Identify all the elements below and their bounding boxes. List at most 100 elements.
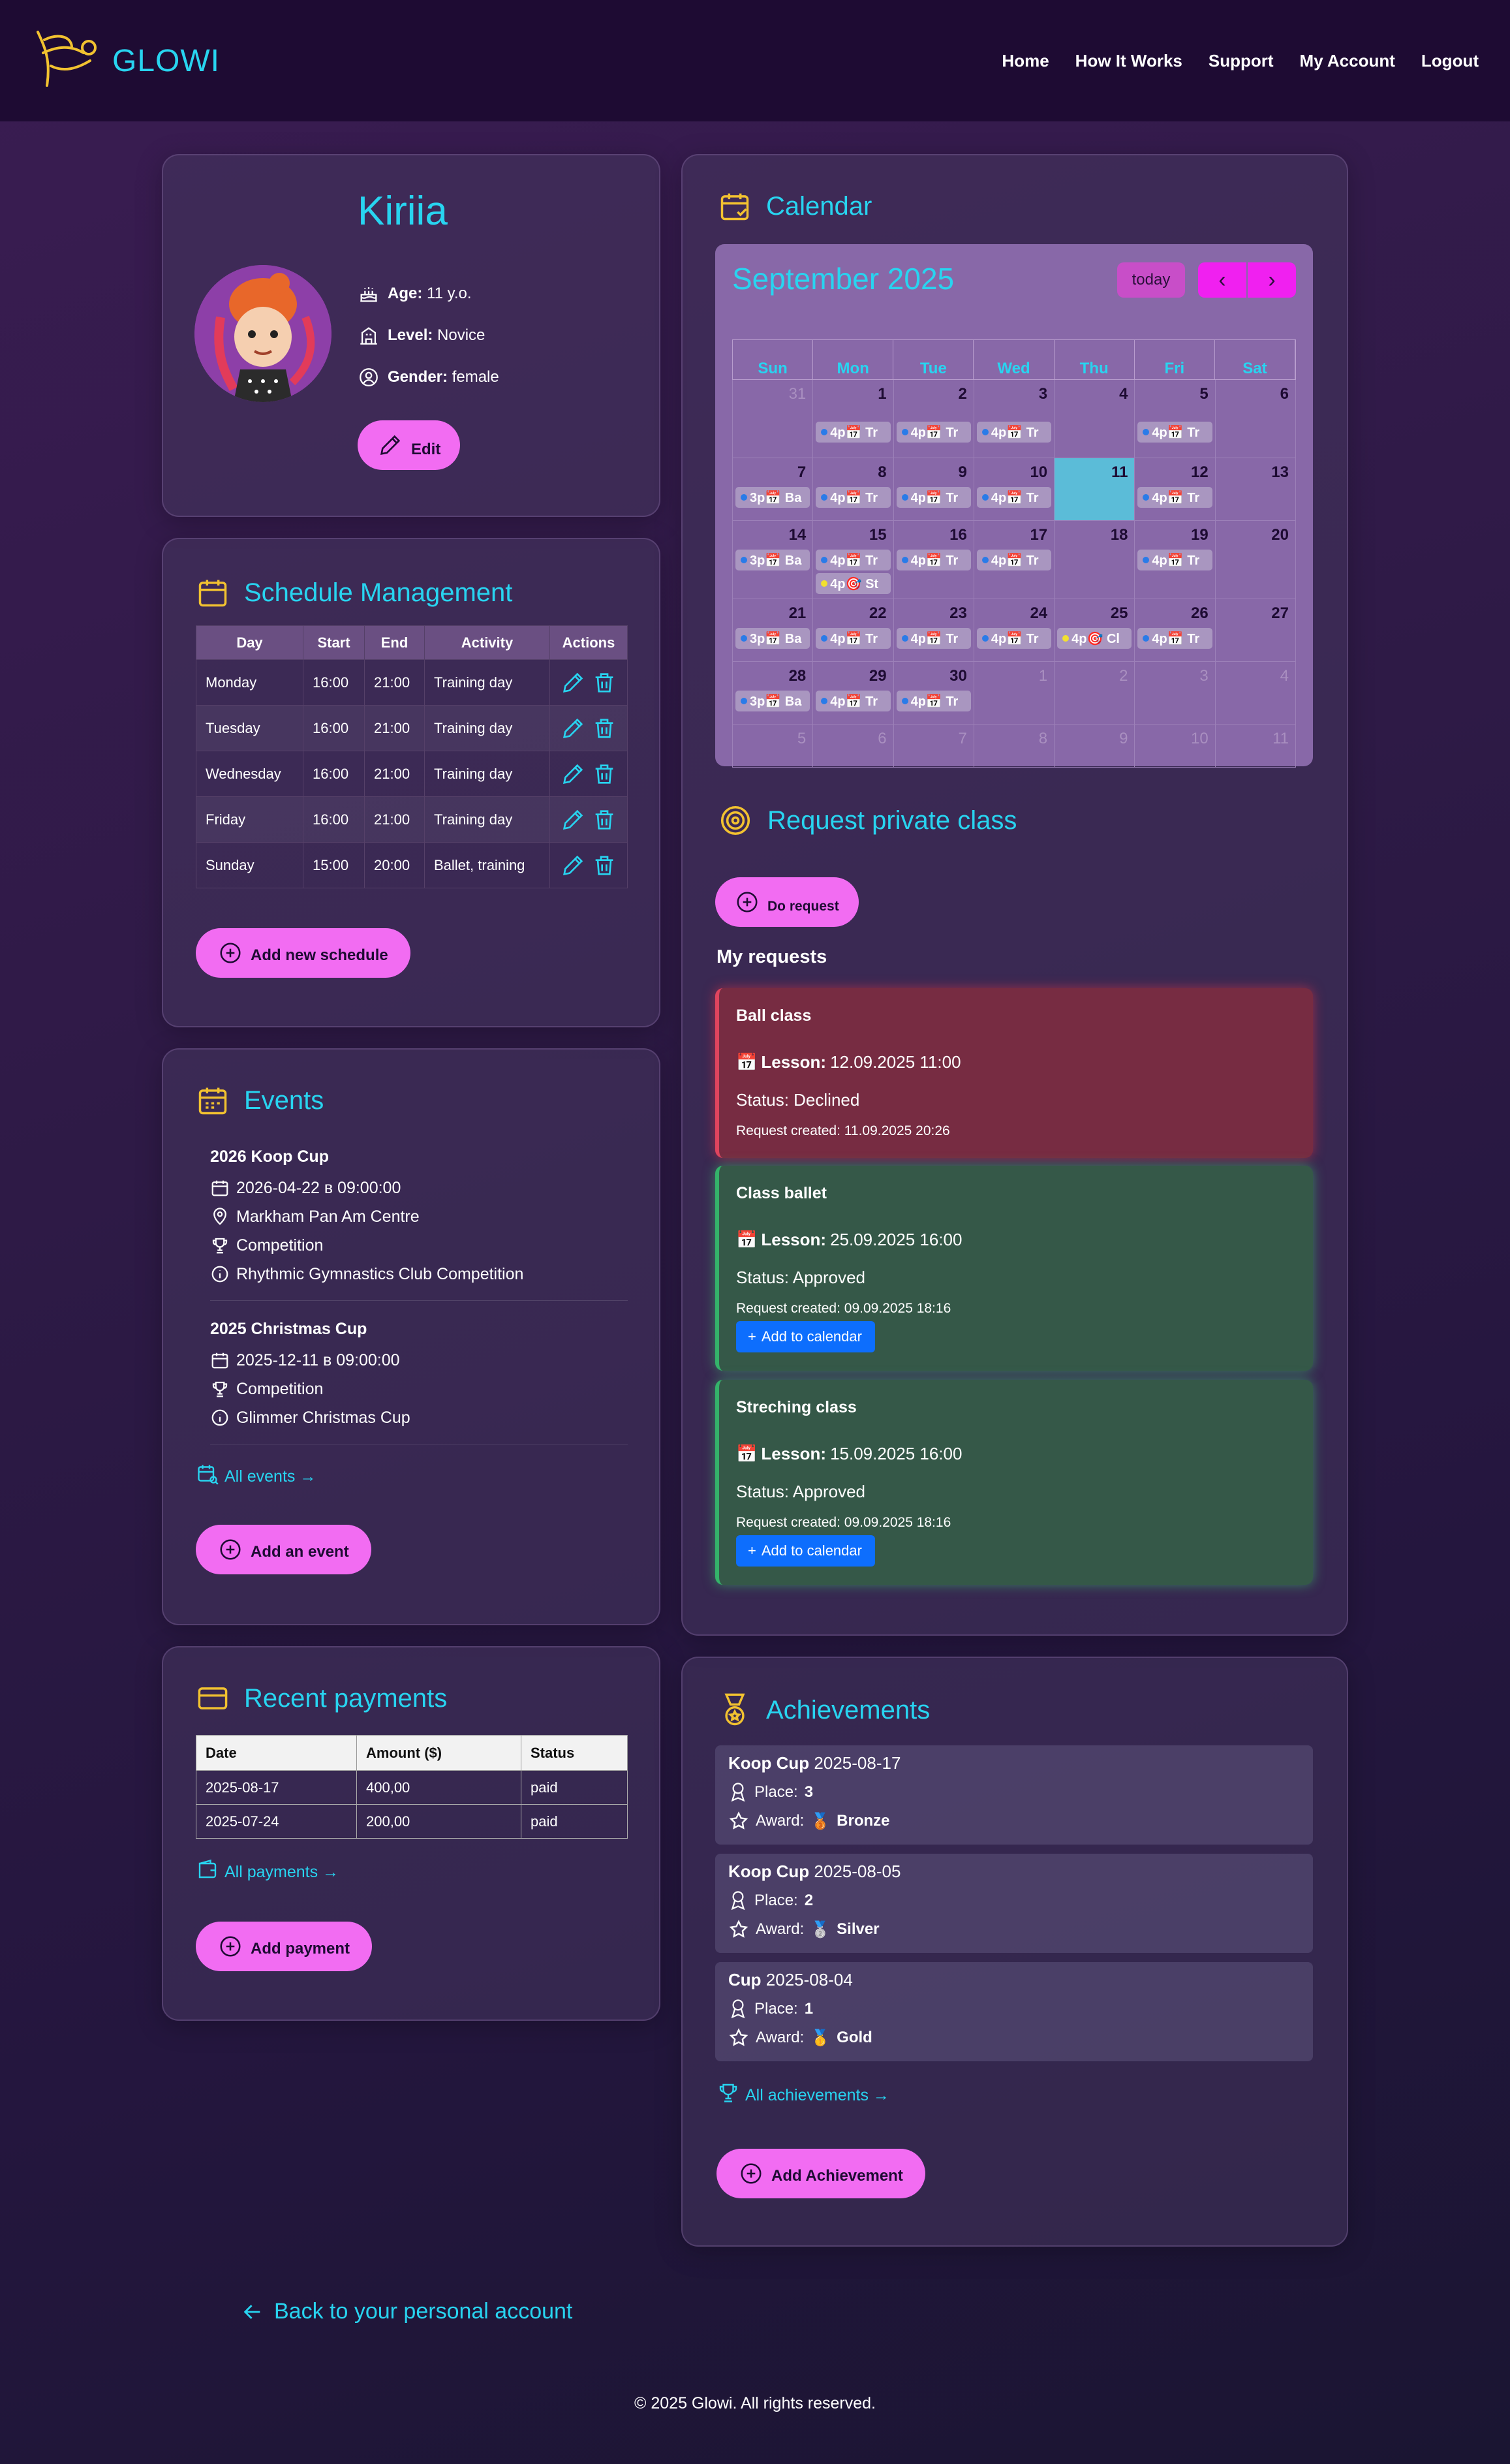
all-events-link[interactable]: All events → xyxy=(196,1461,316,1486)
all-achievements-link[interactable]: All achievements → xyxy=(716,2080,889,2105)
all-payments-link[interactable]: All payments → xyxy=(196,1856,339,1882)
calendar-day[interactable]: 24 4p📅 Tr xyxy=(974,599,1055,662)
calendar-event[interactable]: 4p📅 Tr xyxy=(976,550,1052,570)
calendar-event[interactable]: 4p📅 Tr xyxy=(896,628,971,649)
brand[interactable]: GLOWI xyxy=(31,27,220,95)
calendar-day[interactable]: 2 4p📅 Tr xyxy=(893,380,974,458)
do-request-button[interactable]: Do request xyxy=(715,877,859,927)
add-event-button[interactable]: Add an event xyxy=(196,1525,371,1574)
calendar-day-today[interactable]: 11 xyxy=(1055,458,1135,521)
calendar-event[interactable]: 4p📅 Tr xyxy=(976,487,1052,508)
edit-profile-button[interactable]: Edit xyxy=(358,420,461,470)
add-to-calendar-button[interactable]: + Add to calendar xyxy=(736,1535,875,1567)
calendar-day[interactable]: 31 xyxy=(733,380,814,458)
edit-pencil-icon[interactable] xyxy=(560,852,586,879)
calendar-event[interactable]: 4p🎯 Cl xyxy=(1057,628,1132,649)
add-to-calendar-button[interactable]: + Add to calendar xyxy=(736,1321,875,1352)
nav-home-link[interactable]: Home xyxy=(1002,51,1049,71)
calendar-day[interactable]: 14 3p📅 Ba xyxy=(733,521,814,599)
edit-pencil-icon[interactable] xyxy=(560,670,586,696)
back-to-account-link[interactable]: Back to your personal account xyxy=(241,2299,572,2324)
trash-icon[interactable] xyxy=(591,715,617,741)
nav-my-account-link[interactable]: My Account xyxy=(1300,51,1395,71)
today-button[interactable]: today xyxy=(1117,262,1185,298)
calendar-event[interactable]: 4p📅 Tr xyxy=(896,691,971,711)
edit-pencil-icon[interactable] xyxy=(560,761,586,787)
edit-pencil-icon[interactable] xyxy=(560,807,586,833)
next-month-button[interactable]: › xyxy=(1248,262,1296,298)
calendar-event[interactable]: 4p📅 Tr xyxy=(1137,422,1212,443)
calendar-event[interactable]: 3p📅 Ba xyxy=(735,691,810,711)
calendar-day[interactable]: 18 xyxy=(1055,521,1135,599)
calendar-day[interactable]: 30 4p📅 Tr xyxy=(893,662,974,725)
calendar-event[interactable]: 4p📅 Tr xyxy=(1137,628,1212,649)
calendar-day[interactable]: 10 xyxy=(1135,725,1216,768)
calendar-day[interactable]: 6 xyxy=(813,725,894,768)
calendar-day[interactable]: 9 xyxy=(1055,725,1135,768)
calendar-day[interactable]: 7 3p📅 Ba xyxy=(733,458,814,521)
calendar-event[interactable]: 4p📅 Tr xyxy=(816,628,891,649)
calendar-event[interactable]: 4p📅 Tr xyxy=(816,422,891,443)
calendar-event[interactable]: 4p📅 Tr xyxy=(896,422,971,443)
nav-support-link[interactable]: Support xyxy=(1209,51,1274,71)
calendar-day[interactable]: 21 3p📅 Ba xyxy=(733,599,814,662)
trash-icon[interactable] xyxy=(591,807,617,833)
add-payment-button[interactable]: Add payment xyxy=(196,1922,373,1971)
calendar-day[interactable]: 15 4p📅 Tr 4p🎯 St xyxy=(813,521,894,599)
calendar-event[interactable]: 4p📅 Tr xyxy=(976,628,1052,649)
calendar-day[interactable]: 25 4p🎯 Cl xyxy=(1055,599,1135,662)
add-achievement-button[interactable]: Add Achievement xyxy=(716,2149,925,2198)
calendar-day[interactable]: 7 xyxy=(893,725,974,768)
calendar-day[interactable]: 3 4p📅 Tr xyxy=(974,380,1055,458)
calendar-day[interactable]: 2 xyxy=(1055,662,1135,725)
calendar-day[interactable]: 4 xyxy=(1215,662,1296,725)
calendar-event[interactable]: 4p📅 Tr xyxy=(1137,550,1212,570)
calendar-day[interactable]: 8 xyxy=(974,725,1055,768)
calendar-week: 14 3p📅 Ba 15 4p📅 Tr 4p🎯 St 16 4p📅 Tr 17 4p📅 Tr 18… xyxy=(732,521,1296,599)
prev-month-button[interactable]: ‹ xyxy=(1198,262,1246,298)
calendar-day[interactable]: 5 xyxy=(733,725,814,768)
calendar-day[interactable]: 27 xyxy=(1215,599,1296,662)
calendar-day[interactable]: 29 4p📅 Tr xyxy=(813,662,894,725)
edit-pencil-icon[interactable] xyxy=(560,715,586,741)
calendar-event[interactable]: 3p📅 Ba xyxy=(735,628,810,649)
calendar-day[interactable]: 11 xyxy=(1215,725,1296,768)
trash-icon[interactable] xyxy=(591,761,617,787)
calendar-day[interactable]: 20 xyxy=(1215,521,1296,599)
calendar-day[interactable]: 26 4p📅 Tr xyxy=(1135,599,1216,662)
calendar-day[interactable]: 19 4p📅 Tr xyxy=(1135,521,1216,599)
calendar-day[interactable]: 13 xyxy=(1215,458,1296,521)
calendar-day[interactable]: 8 4p📅 Tr xyxy=(813,458,894,521)
calendar-day[interactable]: 16 4p📅 Tr xyxy=(893,521,974,599)
calendar-day[interactable]: 4 xyxy=(1055,380,1135,458)
calendar-day[interactable]: 12 4p📅 Tr xyxy=(1135,458,1216,521)
calendar-day[interactable]: 1 4p📅 Tr xyxy=(813,380,894,458)
calendar-event[interactable]: 4p📅 Tr xyxy=(896,550,971,570)
calendar-event[interactable]: 3p📅 Ba xyxy=(735,550,810,570)
calendar-day[interactable]: 17 4p📅 Tr xyxy=(974,521,1055,599)
nav-logout-link[interactable]: Logout xyxy=(1421,51,1479,71)
nav-how-it-works-link[interactable]: How It Works xyxy=(1075,51,1182,71)
calendar-event[interactable]: 4p📅 Tr xyxy=(976,422,1052,443)
calendar-event[interactable]: 4p📅 Tr xyxy=(816,550,891,570)
calendar-event[interactable]: 4p📅 Tr xyxy=(816,691,891,711)
calendar-event[interactable]: 4p🎯 St xyxy=(816,573,891,594)
calendar-day[interactable]: 9 4p📅 Tr xyxy=(893,458,974,521)
add-schedule-button[interactable]: Add new schedule xyxy=(196,928,410,978)
calendar-event[interactable]: 3p📅 Ba xyxy=(735,487,810,508)
calendar-day[interactable]: 22 4p📅 Tr xyxy=(813,599,894,662)
calendar-day[interactable]: 23 4p📅 Tr xyxy=(893,599,974,662)
calendar-day[interactable]: 6 xyxy=(1215,380,1296,458)
trash-icon[interactable] xyxy=(591,670,617,696)
calendar-day[interactable]: 1 xyxy=(974,662,1055,725)
calendar-day[interactable]: 5 4p📅 Tr xyxy=(1135,380,1216,458)
calendar-title-row: Calendar xyxy=(718,189,872,223)
calendar-event[interactable]: 4p📅 Tr xyxy=(1137,487,1212,508)
calendar-event[interactable]: 4p📅 Tr xyxy=(816,487,891,508)
achievements-title-row: Achievements xyxy=(718,1692,930,1728)
calendar-day[interactable]: 28 3p📅 Ba xyxy=(733,662,814,725)
calendar-event[interactable]: 4p📅 Tr xyxy=(896,487,971,508)
calendar-day[interactable]: 10 4p📅 Tr xyxy=(974,458,1055,521)
calendar-day[interactable]: 3 xyxy=(1135,662,1216,725)
trash-icon[interactable] xyxy=(591,852,617,879)
